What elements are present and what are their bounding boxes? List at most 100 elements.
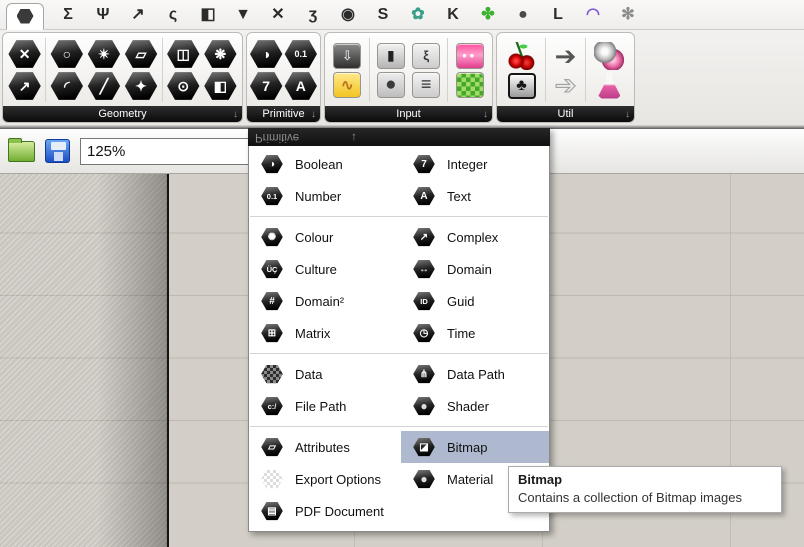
menu-item-integer[interactable]: 7Integer [401,148,549,180]
menu-item-attributes[interactable]: ▱ Attributes [249,431,401,463]
vector-param-icon[interactable]: ↗ [8,72,41,101]
panel-icon[interactable]: ▮ [377,43,405,69]
turtle-plugin-icon: ✿ [411,7,424,23]
circle-param-icon[interactable]: ○ [50,40,83,69]
panel-label-primitive[interactable]: Primitive ↓ [247,106,320,122]
arc-param-icon[interactable]: ◜ [50,72,83,101]
menu-item-boolean[interactable]: ◑Boolean [249,148,401,180]
menu-item-pdf-document[interactable]: ▤PDF Document [249,495,401,527]
integer-param-icon[interactable]: 7 [250,72,283,101]
cherry-picker-icon[interactable] [507,42,537,70]
tab-arc-plugin[interactable]: ◠ [582,2,604,28]
tab-transform[interactable]: ʒ [302,2,324,28]
canvas-edge-shadow [97,174,167,547]
transform-icon: ʒ [309,7,317,23]
menu-header[interactable]: Primitive ↓ [248,128,550,146]
boolean-param-icon[interactable]: ◑ [250,40,283,69]
pdf-document-icon: ▤ [261,502,283,521]
tab-sets[interactable]: Ψ [92,2,114,28]
cluster-output-icon[interactable]: ➔ [555,72,577,98]
menu-item-complex[interactable]: ↗Complex [401,221,549,253]
panel-label-geometry[interactable]: Geometry ↓ [3,106,242,122]
tab-k-plugin[interactable]: K [442,2,464,28]
tab-params[interactable] [6,3,44,30]
value-list-icon[interactable]: ≡ [412,72,440,98]
gradient-icon[interactable]: •• [456,43,484,69]
s-plugin-icon: S [378,7,389,23]
mesh-param-icon[interactable]: ❋ [204,40,237,69]
menu-item-domain2[interactable]: #Domain² [249,285,401,317]
tab-turtle-plugin[interactable]: ✿ [407,2,429,28]
line-param-icon[interactable]: ╱ [87,72,120,101]
panel-label-input[interactable]: Input ↓ [325,106,492,122]
menu-item-time[interactable]: ◷Time [401,317,549,349]
number-param-icon[interactable]: 0.1 [284,40,317,69]
menu-item-data-path[interactable]: ⋔Data Path [401,358,549,390]
save-file-button[interactable] [45,139,70,163]
tab-surface[interactable]: ◧ [197,2,219,28]
point-param-icon[interactable]: ✦ [125,72,158,101]
menu-item-shader[interactable]: ●Shader [401,390,549,422]
tab-mesh[interactable]: ▼ [232,2,254,28]
panel-divider [369,38,370,102]
menu-item-label: File Path [295,399,346,414]
geometry-x-icon[interactable]: ✕ [8,40,41,69]
attributes-icon: ▱ [261,438,283,457]
menu-item-data[interactable]: Data [249,358,401,390]
menu-item-culture[interactable]: ÜÇCulture [249,253,401,285]
tab-maths[interactable]: Σ [57,2,79,28]
gene-pool-icon[interactable] [598,73,620,99]
tab-intersect[interactable]: ✕ [267,2,289,28]
params-icon [17,9,34,24]
number-slider-icon[interactable]: ⇩ [333,43,361,69]
icon-column: ♣ [507,42,537,99]
fitness-landscape-icon[interactable] [594,42,624,70]
open-file-button[interactable] [8,141,35,162]
tab-kangaroo-plugin[interactable]: ✤ [477,2,499,28]
box-param-icon[interactable]: ◫ [167,40,200,69]
menu-item-number[interactable]: 0.1Number [249,180,401,212]
knob-icon[interactable]: ● [377,72,405,98]
menu-item-colour[interactable]: ✺Colour [249,221,401,253]
icon-column: ✴╱ [87,40,120,101]
tab-curve[interactable]: ς [162,2,184,28]
menu-item-matrix[interactable]: ⊞Matrix [249,317,401,349]
tab-vector[interactable]: ↗ [127,2,149,28]
tab-bar: ΣΨ ↗ ς ◧ ▼ ✕ ʒ ◉ S ✿ K ✤ ● L ◠ ✻ [0,0,804,30]
image-sampler-icon[interactable] [456,72,484,98]
menu-item-guid[interactable]: IDGuid [401,285,549,317]
tab-circle-plugin[interactable]: ● [512,2,534,28]
galapagos-icon[interactable]: ♣ [508,73,536,99]
menu-row: ✺Colour↗Complex [249,221,549,253]
canvas-edge-line [167,174,169,547]
tab-l-plugin[interactable]: L [547,2,569,28]
menu-row: ⊞Matrix◷Time [249,317,549,349]
boolean-icon: ◑ [261,155,283,174]
menu-item-bitmap[interactable]: ◪Bitmap [401,431,549,463]
menu-item-file-path[interactable]: c:/File Path [249,390,401,422]
tab-gear-plugin[interactable]: ✻ [617,2,639,28]
menu-item-domain[interactable]: ↔Domain [401,253,549,285]
plane-param-icon[interactable]: ▱ [125,40,158,69]
graph-mapper-icon[interactable]: ξ [412,43,440,69]
cluster-input-icon[interactable]: ➔ [555,43,577,69]
material-icon: ● [413,470,435,489]
menu-item-label: Attributes [295,440,350,455]
spiral-param-icon[interactable]: ✴ [87,40,120,69]
curve-icon: ς [169,7,177,23]
icon-column: ✕↗ [8,40,41,101]
menu-header-label: Primitive [255,131,299,143]
cylinder-param-icon[interactable]: ⊙ [167,72,200,101]
integer-icon: 7 [413,155,435,174]
zoom-input[interactable] [80,138,252,165]
panel-label-text: Geometry [98,108,146,120]
menu-item-export-options[interactable]: Export Options [249,463,401,495]
text-param-icon[interactable]: A [284,72,317,101]
tab-s-plugin[interactable]: S [372,2,394,28]
sketch-icon[interactable]: ∿ [333,72,361,98]
menu-item-text[interactable]: AText [401,180,549,212]
menu-row: ◑Boolean7Integer [249,148,549,180]
tab-display[interactable]: ◉ [337,2,359,28]
panel-label-util[interactable]: Util ↓ [497,106,634,122]
surface-param-icon[interactable]: ◧ [204,72,237,101]
